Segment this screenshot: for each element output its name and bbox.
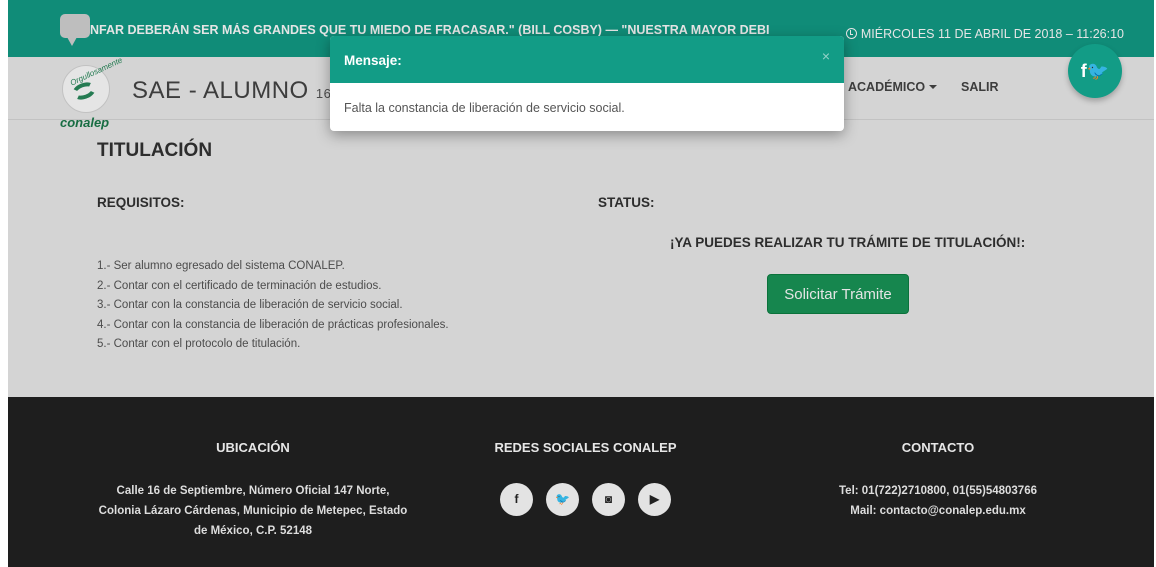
- redes-heading: REDES SOCIALES CONALEP: [494, 440, 677, 455]
- contacto-heading: CONTACTO: [901, 440, 975, 455]
- youtube-icon[interactable]: ▶: [638, 483, 671, 516]
- footer: UBICACIÓN Calle 16 de Septiembre, Número…: [8, 397, 1154, 567]
- social-icons: f 🐦 ◙ ▶: [468, 483, 703, 516]
- address-line: Colonia Lázaro Cárdenas, Municipio de Me…: [98, 505, 408, 517]
- message-modal: Mensaje: × Falta la constancia de libera…: [330, 36, 844, 131]
- contact-email[interactable]: Mail: contacto@conalep.edu.mx: [788, 501, 1088, 521]
- social-share-button[interactable]: f🐦: [1068, 44, 1122, 98]
- page: NFAR DEBERÁN SER MÁS GRANDES QUE TU MIED…: [8, 0, 1154, 567]
- modal-header: Mensaje: ×: [330, 36, 844, 83]
- twitter-icon[interactable]: 🐦: [546, 483, 579, 516]
- close-icon[interactable]: ×: [822, 48, 830, 64]
- address-line: Calle 16 de Septiembre, Número Oficial 1…: [116, 485, 390, 497]
- contact-info: Tel: 01(722)2710800, 01(55)54803766 Mail…: [788, 481, 1088, 521]
- footer-redes: REDES SOCIALES CONALEP f 🐦 ◙ ▶: [468, 440, 703, 516]
- address-line: de México, C.P. 52148: [193, 525, 313, 537]
- facebook-icon[interactable]: f: [500, 483, 533, 516]
- ubicacion-heading: UBICACIÓN: [216, 440, 290, 455]
- modal-title: Mensaje:: [344, 53, 402, 68]
- footer-ubicacion: UBICACIÓN Calle 16 de Septiembre, Número…: [88, 440, 418, 541]
- footer-contacto: CONTACTO Tel: 01(722)2710800, 01(55)5480…: [788, 440, 1088, 521]
- address: Calle 16 de Septiembre, Número Oficial 1…: [88, 481, 418, 541]
- contact-phone: Tel: 01(722)2710800, 01(55)54803766: [839, 485, 1037, 497]
- instagram-icon[interactable]: ◙: [592, 483, 625, 516]
- modal-message: Falta la constancia de liberación de ser…: [344, 101, 625, 115]
